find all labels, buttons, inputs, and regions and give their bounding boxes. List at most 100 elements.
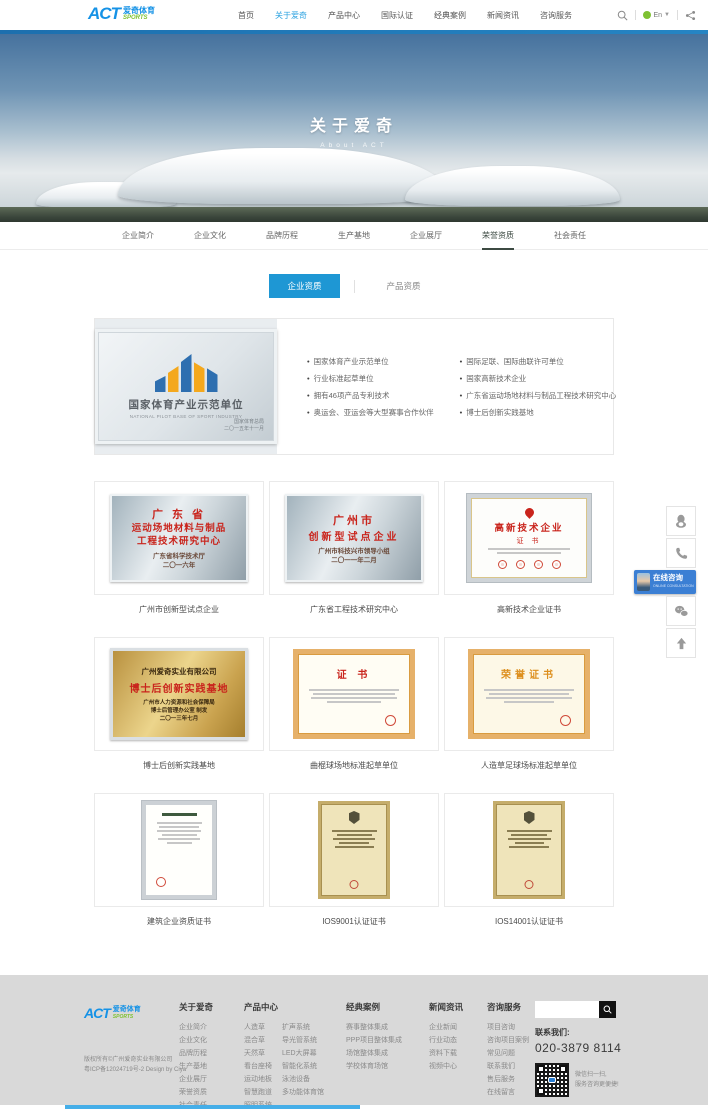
certificate-title: 证 书 xyxy=(337,666,372,681)
footer-link[interactable]: PPP项目整体集成 xyxy=(346,1034,402,1047)
footer-link[interactable]: LED大屏幕 xyxy=(282,1047,324,1060)
footer-link[interactable]: 资料下载 xyxy=(429,1047,463,1060)
logo-text-block: 爱奇体育 SPORTS xyxy=(123,6,155,22)
national-pilot-plaque: 国家体育产业示范单位 NATIONAL PILOT BASE OF SPORT … xyxy=(95,329,277,444)
honor-item: 行业标准起草单位 xyxy=(307,370,434,387)
certificate-cell: 高新技术企业 证 书 高新技术企业证书 xyxy=(444,481,614,615)
nav-item-service[interactable]: 咨询服务 xyxy=(540,10,572,21)
seal-row xyxy=(498,560,561,569)
footer-qr: 微信扫一扫, 服务咨询更便捷! xyxy=(535,1063,619,1097)
logo[interactable]: ACT 爱奇体育 SPORTS xyxy=(88,4,155,24)
footer-link[interactable]: 智能化系统 xyxy=(282,1060,324,1073)
certificate-image[interactable] xyxy=(94,793,264,907)
footer-link[interactable]: 咨询项目案例 xyxy=(487,1034,529,1047)
footer-link[interactable]: 运动地板 xyxy=(244,1073,272,1086)
footer-link[interactable]: 行业动态 xyxy=(429,1034,463,1047)
subtab-honors[interactable]: 荣誉资质 xyxy=(482,222,514,250)
subtab-profile[interactable]: 企业简介 xyxy=(122,222,154,250)
footer-link[interactable]: 看台座椅 xyxy=(244,1060,272,1073)
footer-link[interactable]: 企业文化 xyxy=(179,1034,213,1047)
footer-link[interactable]: 扩声系统 xyxy=(282,1021,324,1034)
qq-icon xyxy=(674,514,688,529)
plaque-line: 工程技术研究中心 xyxy=(137,535,221,548)
footer-link[interactable]: 售后服务 xyxy=(487,1073,529,1086)
search-input[interactable] xyxy=(535,1001,599,1018)
subtab-history[interactable]: 品牌历程 xyxy=(266,222,298,250)
certificate-title: 高新技术企业 xyxy=(494,520,563,534)
certificate-image[interactable]: 广 东 省 运动场地材料与制品 工程技术研究中心 广东省科学技术厅二〇一六年 xyxy=(94,481,264,595)
hero-ground xyxy=(0,207,708,222)
footer-link[interactable]: 项目咨询 xyxy=(487,1021,529,1034)
nav-item-certification[interactable]: 国际认证 xyxy=(381,10,413,21)
footer-link[interactable]: 导光管系统 xyxy=(282,1034,324,1047)
footer-link[interactable]: 学校体育场馆 xyxy=(346,1060,402,1073)
honor-item: 国家高新技术企业 xyxy=(460,370,617,387)
certificate-cell: IOS14001认证证书 xyxy=(444,793,614,927)
footer-link[interactable]: 泳池设备 xyxy=(282,1073,324,1086)
consult-label: 在线咨询 xyxy=(653,574,694,582)
certificate-image[interactable]: 广州爱奇实业有限公司 博士后创新实践基地 广州市人力资源和社会保障局 博士后管理… xyxy=(94,637,264,751)
certificate-caption: 曲棍球场地标准起草单位 xyxy=(269,760,439,771)
certificate-image[interactable]: 证 书 xyxy=(269,637,439,751)
nav-item-cases[interactable]: 经典案例 xyxy=(434,10,466,21)
footer-logo[interactable]: ACT 爱奇体育 SPORTS xyxy=(84,1003,141,1023)
language-switcher[interactable]: En ▼ xyxy=(643,11,670,19)
subtab-responsibility[interactable]: 社会责任 xyxy=(554,222,586,250)
footer-col-products: 产品中心 人造草 混合草 天然草 看台座椅 运动地板 智慧跑道 照明系统 扩声系… xyxy=(244,1001,324,1112)
footer-link[interactable]: 智慧跑道 xyxy=(244,1086,272,1099)
certificate-image[interactable]: 荣誉证书 xyxy=(444,637,614,751)
share-icon[interactable] xyxy=(685,10,696,21)
footer-link[interactable]: 企业新闻 xyxy=(429,1021,463,1034)
silver-plaque: 广 东 省 运动场地材料与制品 工程技术研究中心 广东省科学技术厅二〇一六年 xyxy=(110,494,248,582)
certificate-image[interactable] xyxy=(444,793,614,907)
footer-search xyxy=(535,1001,616,1018)
nav-item-news[interactable]: 新闻资讯 xyxy=(487,10,519,21)
flame-emblem-icon xyxy=(523,506,536,519)
footer-link[interactable]: 视频中心 xyxy=(429,1060,463,1073)
silver-plaque: 广州市 创新型试点企业 广州市科技兴市领导小组二〇一一年二月 xyxy=(285,494,423,582)
product-qualification-button[interactable]: 产品资质 xyxy=(369,274,439,298)
footer-link[interactable]: 生产基地 xyxy=(179,1060,213,1073)
footer-link[interactable]: 赛事整体集成 xyxy=(346,1021,402,1034)
certificate-image[interactable] xyxy=(269,793,439,907)
footer-col-title: 咨询服务 xyxy=(487,1001,529,1013)
qq-contact-button[interactable] xyxy=(666,506,696,536)
certificate-image[interactable]: 高新技术企业 证 书 xyxy=(444,481,614,595)
footer-link[interactable]: 企业简介 xyxy=(179,1021,213,1034)
plaque-line: 创新型试点企业 xyxy=(309,528,400,543)
phone-contact-button[interactable] xyxy=(666,538,696,568)
footer-link[interactable]: 场馆整体集成 xyxy=(346,1047,402,1060)
nav-item-home[interactable]: 首页 xyxy=(238,10,254,21)
footer-link[interactable]: 天然草 xyxy=(244,1047,272,1060)
search-icon[interactable] xyxy=(617,10,628,21)
bottom-bar-fragment xyxy=(65,1105,360,1109)
footer-link[interactable]: 混合草 xyxy=(244,1034,272,1047)
online-consult-banner[interactable]: 在线咨询 ONLINE CONSULTATION xyxy=(634,570,696,594)
footer-link[interactable]: 企业展厅 xyxy=(179,1073,213,1086)
corporate-qualification-button[interactable]: 企业资质 xyxy=(269,274,339,298)
logo-act-text: ACT xyxy=(88,4,120,24)
footer-link[interactable]: 在线留言 xyxy=(487,1086,529,1099)
subtab-base[interactable]: 生产基地 xyxy=(338,222,370,250)
search-button[interactable] xyxy=(599,1001,616,1018)
footer-link[interactable]: 多功能体育馆 xyxy=(282,1086,324,1099)
footer-link[interactable]: 荣誉资质 xyxy=(179,1086,213,1099)
nav-item-products[interactable]: 产品中心 xyxy=(328,10,360,21)
footer-contact: 联系我们: 020-3879 8114 xyxy=(535,1027,621,1055)
shield-emblem-icon xyxy=(524,811,535,824)
footer-link[interactable]: 联系我们 xyxy=(487,1060,529,1073)
footer-link[interactable]: 常见问题 xyxy=(487,1047,529,1060)
nav-item-about[interactable]: 关于爱奇 xyxy=(275,10,307,21)
certificate-image[interactable]: 广州市 创新型试点企业 广州市科技兴市领导小组二〇一一年二月 xyxy=(269,481,439,595)
subtab-culture[interactable]: 企业文化 xyxy=(194,222,226,250)
footer-link[interactable]: 品牌历程 xyxy=(179,1047,213,1060)
certificate-caption: IOS9001认证证书 xyxy=(269,916,439,927)
iso-certificate xyxy=(318,801,390,899)
footer-link[interactable]: 人造草 xyxy=(244,1021,272,1034)
back-to-top-button[interactable] xyxy=(666,628,696,658)
honor-list-left: 国家体育产业示范单位 行业标准起草单位 拥有46项产品专利技术 奥运会、亚运会等… xyxy=(307,353,434,421)
footer: ACT 爱奇体育 SPORTS 版权所有©广州爱奇实业有限公司 粤ICP备120… xyxy=(0,975,708,1105)
logo-cn-text: 爱奇体育 xyxy=(123,6,155,15)
wechat-contact-button[interactable] xyxy=(666,596,696,626)
subtab-showroom[interactable]: 企业展厅 xyxy=(410,222,442,250)
